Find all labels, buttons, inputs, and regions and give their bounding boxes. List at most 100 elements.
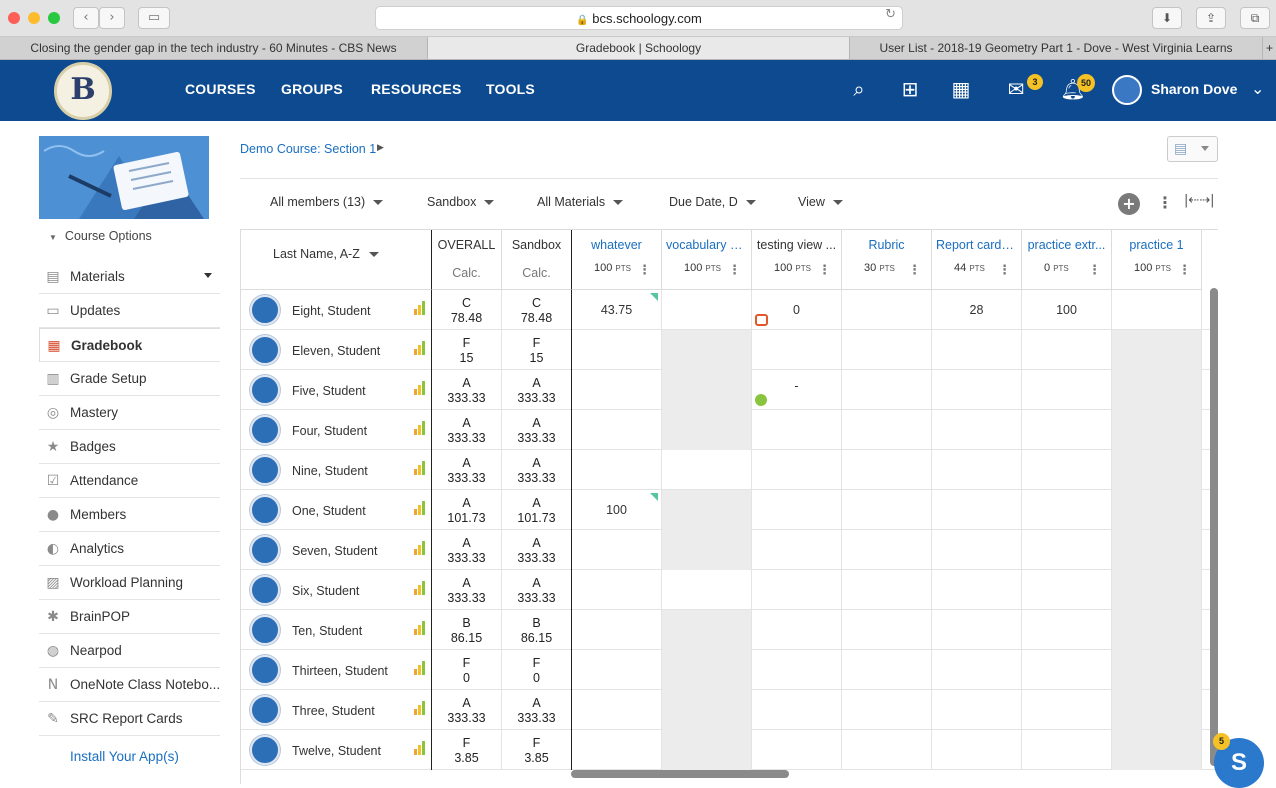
sidebar-item-brainpop[interactable]: ✱ BrainPOP bbox=[39, 600, 220, 634]
sidebar-item-attendance[interactable]: ☑ Attendance bbox=[39, 464, 220, 498]
score-cell[interactable] bbox=[1022, 650, 1112, 690]
assignment-title[interactable]: practice extr... bbox=[1022, 238, 1111, 252]
score-cell[interactable] bbox=[932, 410, 1022, 450]
browser-tab-user-list[interactable]: User List - 2018-19 Geometry Part 1 - Do… bbox=[850, 37, 1263, 59]
score-cell[interactable] bbox=[1112, 650, 1202, 690]
column-menu-icon[interactable]: ⋮ bbox=[638, 263, 651, 278]
assignment-column-header[interactable]: vocabulary p... 100 PTS ⋮ bbox=[662, 230, 752, 290]
student-name[interactable]: Four, Student bbox=[292, 424, 367, 438]
column-menu-icon[interactable]: ⋮ bbox=[1178, 263, 1191, 278]
student-cell[interactable]: Ten, Student bbox=[241, 610, 432, 650]
horizontal-scrollbar[interactable] bbox=[571, 770, 789, 778]
score-cell[interactable] bbox=[662, 570, 752, 610]
score-cell[interactable] bbox=[932, 690, 1022, 730]
score-cell[interactable] bbox=[1112, 490, 1202, 530]
score-cell[interactable] bbox=[572, 690, 662, 730]
student-cell[interactable]: Thirteen, Student bbox=[241, 650, 432, 690]
student-name[interactable]: One, Student bbox=[292, 504, 366, 518]
assignment-title[interactable]: practice 1 bbox=[1112, 238, 1201, 252]
student-name[interactable]: Ten, Student bbox=[292, 624, 362, 638]
sidebar-item-analytics[interactable]: ◐ Analytics bbox=[39, 532, 220, 566]
sidebar-item-materials[interactable]: ▤ Materials bbox=[39, 260, 220, 294]
nav-resources[interactable]: RESOURCES bbox=[371, 81, 461, 97]
score-cell[interactable] bbox=[842, 610, 932, 650]
score-cell[interactable] bbox=[752, 610, 842, 650]
install-apps-link[interactable]: Install Your App(s) bbox=[70, 749, 179, 764]
forward-button[interactable]: › bbox=[99, 7, 125, 29]
score-cell[interactable] bbox=[842, 410, 932, 450]
score-cell[interactable] bbox=[752, 530, 842, 570]
avatar[interactable] bbox=[250, 655, 280, 685]
score-cell[interactable]: 43.75 bbox=[572, 290, 662, 330]
score-cell[interactable]: 28 bbox=[932, 290, 1022, 330]
student-name[interactable]: Five, Student bbox=[292, 384, 366, 398]
score-cell[interactable] bbox=[1022, 410, 1112, 450]
score-cell[interactable] bbox=[842, 530, 932, 570]
assignment-column-header[interactable]: testing view ... 100 PTS ⋮ bbox=[752, 230, 842, 290]
student-analytics-icon[interactable] bbox=[414, 741, 426, 755]
student-cell[interactable]: Four, Student bbox=[241, 410, 432, 450]
score-cell[interactable] bbox=[662, 690, 752, 730]
score-cell[interactable] bbox=[842, 650, 932, 690]
assignment-column-header[interactable]: practice 1 100 PTS ⋮ bbox=[1112, 230, 1202, 290]
score-cell[interactable] bbox=[752, 730, 842, 770]
score-cell[interactable] bbox=[842, 490, 932, 530]
score-cell[interactable] bbox=[1112, 570, 1202, 610]
sidebar-item-workload-planning[interactable]: ▨ Workload Planning bbox=[39, 566, 220, 600]
score-cell[interactable] bbox=[752, 690, 842, 730]
downloads-icon[interactable]: ⬇ bbox=[1152, 7, 1182, 29]
score-cell[interactable] bbox=[752, 450, 842, 490]
score-cell[interactable] bbox=[662, 650, 752, 690]
student-analytics-icon[interactable] bbox=[414, 381, 426, 395]
avatar[interactable] bbox=[250, 575, 280, 605]
course-options-toggle[interactable]: ▼ Course Options bbox=[49, 229, 152, 243]
score-cell[interactable] bbox=[662, 730, 752, 770]
nav-courses[interactable]: COURSES bbox=[185, 81, 256, 97]
assignment-title[interactable]: Rubric bbox=[842, 238, 931, 252]
score-cell[interactable] bbox=[662, 370, 752, 410]
zoom-window-button[interactable] bbox=[48, 12, 60, 24]
student-name[interactable]: Nine, Student bbox=[292, 464, 368, 478]
share-icon[interactable]: ⇪ bbox=[1196, 7, 1226, 29]
student-analytics-icon[interactable] bbox=[414, 621, 426, 635]
student-cell[interactable]: Three, Student bbox=[241, 690, 432, 730]
assignment-column-header[interactable]: Report card t... 44 PTS ⋮ bbox=[932, 230, 1022, 290]
sidebar-item-mastery[interactable]: ◎ Mastery bbox=[39, 396, 220, 430]
avatar[interactable] bbox=[250, 415, 280, 445]
view-filter[interactable]: View bbox=[798, 195, 843, 209]
avatar[interactable] bbox=[250, 615, 280, 645]
assignment-column-header[interactable]: Rubric 30 PTS ⋮ bbox=[842, 230, 932, 290]
score-cell[interactable] bbox=[932, 570, 1022, 610]
sandbox-filter[interactable]: Sandbox bbox=[427, 195, 495, 209]
score-cell[interactable] bbox=[932, 330, 1022, 370]
summary-column-header[interactable]: Sandbox Calc. bbox=[502, 230, 572, 290]
score-cell[interactable] bbox=[1112, 730, 1202, 770]
calendar-icon[interactable]: ▦ bbox=[947, 77, 975, 105]
sidebar-item-gradebook[interactable]: ▦ Gradebook bbox=[39, 328, 220, 362]
address-bar[interactable]: 🔒 bcs.schoology.com ↻ bbox=[375, 6, 903, 30]
search-icon[interactable]: ⌕ bbox=[845, 77, 873, 105]
apps-grid-icon[interactable]: ⊞ bbox=[896, 77, 924, 105]
score-cell[interactable] bbox=[572, 370, 662, 410]
score-cell[interactable] bbox=[932, 730, 1022, 770]
more-options-icon[interactable]: ⋮ bbox=[1157, 193, 1173, 212]
score-cell[interactable] bbox=[752, 410, 842, 450]
score-cell[interactable] bbox=[932, 530, 1022, 570]
score-cell[interactable] bbox=[1112, 370, 1202, 410]
assignment-title[interactable]: vocabulary p... bbox=[662, 238, 751, 252]
student-analytics-icon[interactable] bbox=[414, 421, 426, 435]
score-cell[interactable] bbox=[842, 690, 932, 730]
sidebar-item-members[interactable]: ● Members bbox=[39, 498, 220, 532]
student-name[interactable]: Three, Student bbox=[292, 704, 375, 718]
score-cell[interactable] bbox=[1112, 530, 1202, 570]
score-cell[interactable] bbox=[572, 610, 662, 650]
assignment-column-header[interactable]: practice extr... 0 PTS ⋮ bbox=[1022, 230, 1112, 290]
reload-icon[interactable]: ↻ bbox=[885, 7, 896, 22]
score-cell[interactable] bbox=[842, 730, 932, 770]
score-cell[interactable]: 100 bbox=[572, 490, 662, 530]
minimize-window-button[interactable] bbox=[28, 12, 40, 24]
score-cell[interactable] bbox=[1022, 730, 1112, 770]
messages-icon[interactable]: ✉ bbox=[1002, 77, 1030, 105]
score-cell[interactable] bbox=[1022, 330, 1112, 370]
close-window-button[interactable] bbox=[8, 12, 20, 24]
